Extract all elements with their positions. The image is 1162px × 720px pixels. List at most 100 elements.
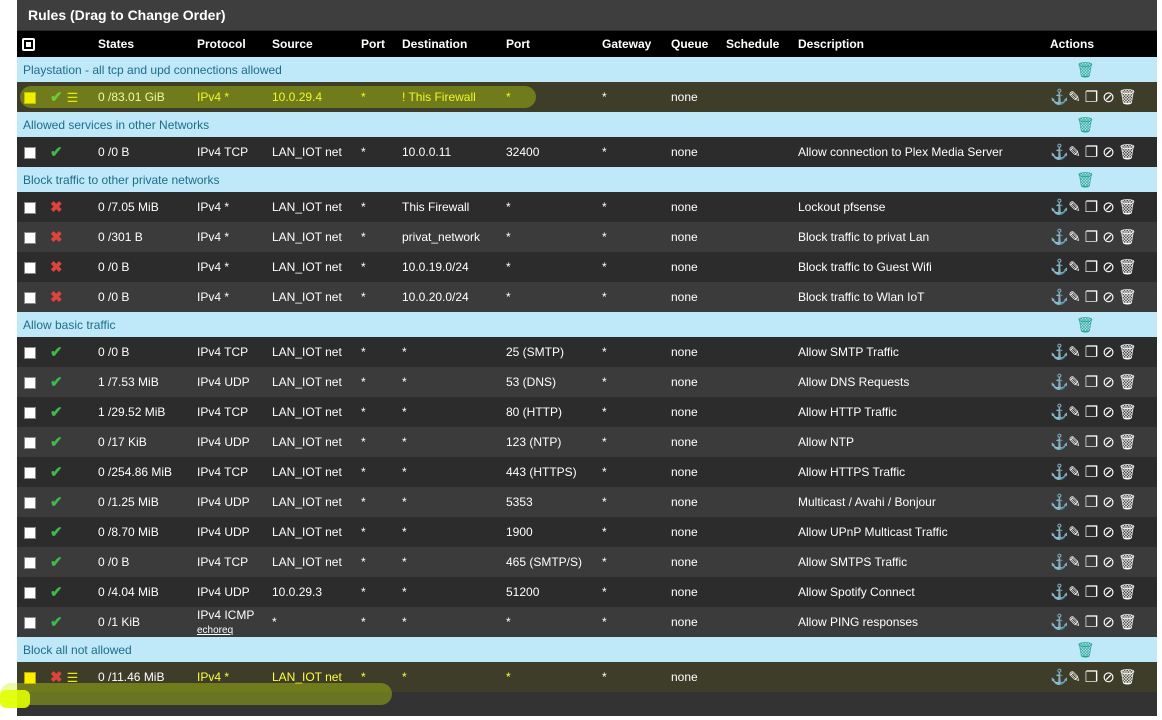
edit-pencil-icon[interactable]: ✎ <box>1067 523 1084 541</box>
edit-pencil-icon[interactable]: ✎ <box>1067 553 1084 571</box>
rule-checkbox[interactable] <box>24 616 36 629</box>
table-row[interactable]: ✔ 0 /0 B IPv4 TCP LAN_IOT net * 10.0.0.11 3240… <box>17 137 1157 167</box>
table-row[interactable]: ✔ 0 /0 B IPv4 TCP LAN_IOT net * * 25 (SMTP) * no… <box>17 337 1157 367</box>
edit-pencil-icon[interactable]: ✎ <box>1067 198 1084 216</box>
disable-icon[interactable]: ⊘ <box>1101 228 1118 246</box>
rule-states[interactable]: 0 /0 B <box>98 547 197 577</box>
delete-separator-icon[interactable]: 🗑 <box>1076 172 1095 189</box>
disable-icon[interactable]: ⊘ <box>1101 343 1118 361</box>
separator-row[interactable]: Allow basic traffic 🗑 <box>17 312 1157 337</box>
copy-icon[interactable]: ❐ <box>1084 523 1101 541</box>
table-row[interactable]: ✖ 0 /301 B IPv4 * LAN_IOT net * privat_networ… <box>17 222 1157 252</box>
copy-icon[interactable]: ❐ <box>1084 433 1101 451</box>
table-row[interactable]: ✔ 1 /29.52 MiB IPv4 TCP LAN_IOT net * * 80 (HT… <box>17 397 1157 427</box>
header-states[interactable]: States <box>98 31 197 57</box>
copy-icon[interactable]: ❐ <box>1084 143 1101 161</box>
separator-row[interactable]: Block traffic to other private networks 🗑 <box>17 167 1157 192</box>
select-all-checkbox[interactable] <box>22 38 35 52</box>
copy-icon[interactable]: ❐ <box>1084 88 1101 106</box>
anchor-icon[interactable]: ⚓ <box>1050 228 1069 246</box>
disable-icon[interactable]: ⊘ <box>1101 403 1118 421</box>
delete-trash-icon[interactable]: 🗑 <box>1118 583 1137 601</box>
rule-checkbox[interactable] <box>24 406 36 419</box>
copy-icon[interactable]: ❐ <box>1084 553 1101 571</box>
rule-states[interactable]: 0 /0 B <box>98 252 197 282</box>
delete-trash-icon[interactable]: 🗑 <box>1118 553 1137 571</box>
delete-trash-icon[interactable]: 🗑 <box>1118 88 1137 106</box>
edit-pencil-icon[interactable]: ✎ <box>1067 228 1084 246</box>
disable-icon[interactable]: ⊘ <box>1101 258 1118 276</box>
disable-icon[interactable]: ⊘ <box>1101 88 1118 106</box>
table-row[interactable]: ✖ 0 /0 B IPv4 * LAN_IOT net * 10.0.20.0/24 * * n… <box>17 282 1157 312</box>
delete-separator-icon[interactable]: 🗑 <box>1076 62 1095 79</box>
disable-icon[interactable]: ⊘ <box>1101 553 1118 571</box>
rule-checkbox[interactable] <box>24 201 36 214</box>
delete-trash-icon[interactable]: 🗑 <box>1118 433 1137 451</box>
anchor-icon[interactable]: ⚓ <box>1050 373 1069 391</box>
edit-pencil-icon[interactable]: ✎ <box>1067 493 1084 511</box>
rule-checkbox[interactable] <box>24 231 36 244</box>
disable-icon[interactable]: ⊘ <box>1101 373 1118 391</box>
copy-icon[interactable]: ❐ <box>1084 583 1101 601</box>
rule-checkbox[interactable] <box>24 436 36 449</box>
delete-trash-icon[interactable]: 🗑 <box>1118 198 1137 216</box>
disable-icon[interactable]: ⊘ <box>1101 433 1118 451</box>
delete-trash-icon[interactable]: 🗑 <box>1118 343 1137 361</box>
rule-states[interactable]: 0 /254.86 MiB <box>98 457 197 487</box>
disable-icon[interactable]: ⊘ <box>1101 198 1118 216</box>
delete-trash-icon[interactable]: 🗑 <box>1118 668 1137 686</box>
table-row[interactable]: ✔ 1 /7.53 MiB IPv4 UDP LAN_IOT net * * 53 (DNS… <box>17 367 1157 397</box>
rule-states[interactable]: 0 /7.05 MiB <box>98 192 197 222</box>
rule-checkbox[interactable] <box>24 466 36 479</box>
delete-trash-icon[interactable]: 🗑 <box>1118 403 1137 421</box>
edit-pencil-icon[interactable]: ✎ <box>1067 343 1084 361</box>
disable-icon[interactable]: ⊘ <box>1101 463 1118 481</box>
header-queue[interactable]: Queue <box>671 31 726 57</box>
header-destination-port[interactable]: Port <box>506 31 602 57</box>
copy-icon[interactable]: ❐ <box>1084 493 1101 511</box>
rule-checkbox[interactable] <box>24 556 36 569</box>
anchor-icon[interactable]: ⚓ <box>1050 198 1069 216</box>
edit-pencil-icon[interactable]: ✎ <box>1067 88 1084 106</box>
delete-trash-icon[interactable]: 🗑 <box>1118 613 1137 631</box>
delete-separator-icon[interactable]: 🗑 <box>1076 117 1095 134</box>
anchor-icon[interactable]: ⚓ <box>1050 433 1069 451</box>
rule-checkbox[interactable] <box>24 496 36 509</box>
rule-states[interactable]: 0 /8.70 MiB <box>98 517 197 547</box>
copy-icon[interactable]: ❐ <box>1084 463 1101 481</box>
rule-checkbox[interactable] <box>24 261 36 274</box>
separator-row[interactable]: Playstation - all tcp and upd connection… <box>17 57 1157 82</box>
anchor-icon[interactable]: ⚓ <box>1050 523 1069 541</box>
anchor-icon[interactable]: ⚓ <box>1050 288 1069 306</box>
header-protocol[interactable]: Protocol <box>197 31 272 57</box>
rule-checkbox[interactable] <box>24 291 36 304</box>
edit-pencil-icon[interactable]: ✎ <box>1067 258 1084 276</box>
table-row[interactable]: ✔ 0 /1 KiB IPv4 ICMP echoreq * * * * * none Allow … <box>17 607 1157 637</box>
disable-icon[interactable]: ⊘ <box>1101 668 1118 686</box>
anchor-icon[interactable]: ⚓ <box>1050 668 1069 686</box>
edit-pencil-icon[interactable]: ✎ <box>1067 403 1084 421</box>
rule-destination[interactable]: privat_network <box>402 222 506 252</box>
copy-icon[interactable]: ❐ <box>1084 403 1101 421</box>
header-port[interactable]: Port <box>361 31 402 57</box>
delete-trash-icon[interactable]: 🗑 <box>1118 373 1137 391</box>
copy-icon[interactable]: ❐ <box>1084 668 1101 686</box>
header-schedule[interactable]: Schedule <box>726 31 798 57</box>
disable-icon[interactable]: ⊘ <box>1101 288 1118 306</box>
table-row[interactable]: ✔ 0 /17 KiB IPv4 UDP LAN_IOT net * * 123 (NTP)… <box>17 427 1157 457</box>
disable-icon[interactable]: ⊘ <box>1101 613 1118 631</box>
table-row[interactable]: ✔ 0 /254.86 MiB IPv4 TCP LAN_IOT net * * 443 (… <box>17 457 1157 487</box>
anchor-icon[interactable]: ⚓ <box>1050 343 1069 361</box>
anchor-icon[interactable]: ⚓ <box>1050 403 1069 421</box>
edit-pencil-icon[interactable]: ✎ <box>1067 668 1084 686</box>
edit-pencil-icon[interactable]: ✎ <box>1067 463 1084 481</box>
rule-states[interactable]: 0 /301 B <box>98 222 197 252</box>
rule-states[interactable]: 0 /0 B <box>98 282 197 312</box>
delete-trash-icon[interactable]: 🗑 <box>1118 143 1137 161</box>
edit-pencil-icon[interactable]: ✎ <box>1067 373 1084 391</box>
rule-states[interactable]: 1 /7.53 MiB <box>98 367 197 397</box>
disable-icon[interactable]: ⊘ <box>1101 583 1118 601</box>
table-row[interactable]: ✔ 0 /8.70 MiB IPv4 UDP LAN_IOT net * * 1900 * no… <box>17 517 1157 547</box>
disable-icon[interactable]: ⊘ <box>1101 523 1118 541</box>
copy-icon[interactable]: ❐ <box>1084 258 1101 276</box>
